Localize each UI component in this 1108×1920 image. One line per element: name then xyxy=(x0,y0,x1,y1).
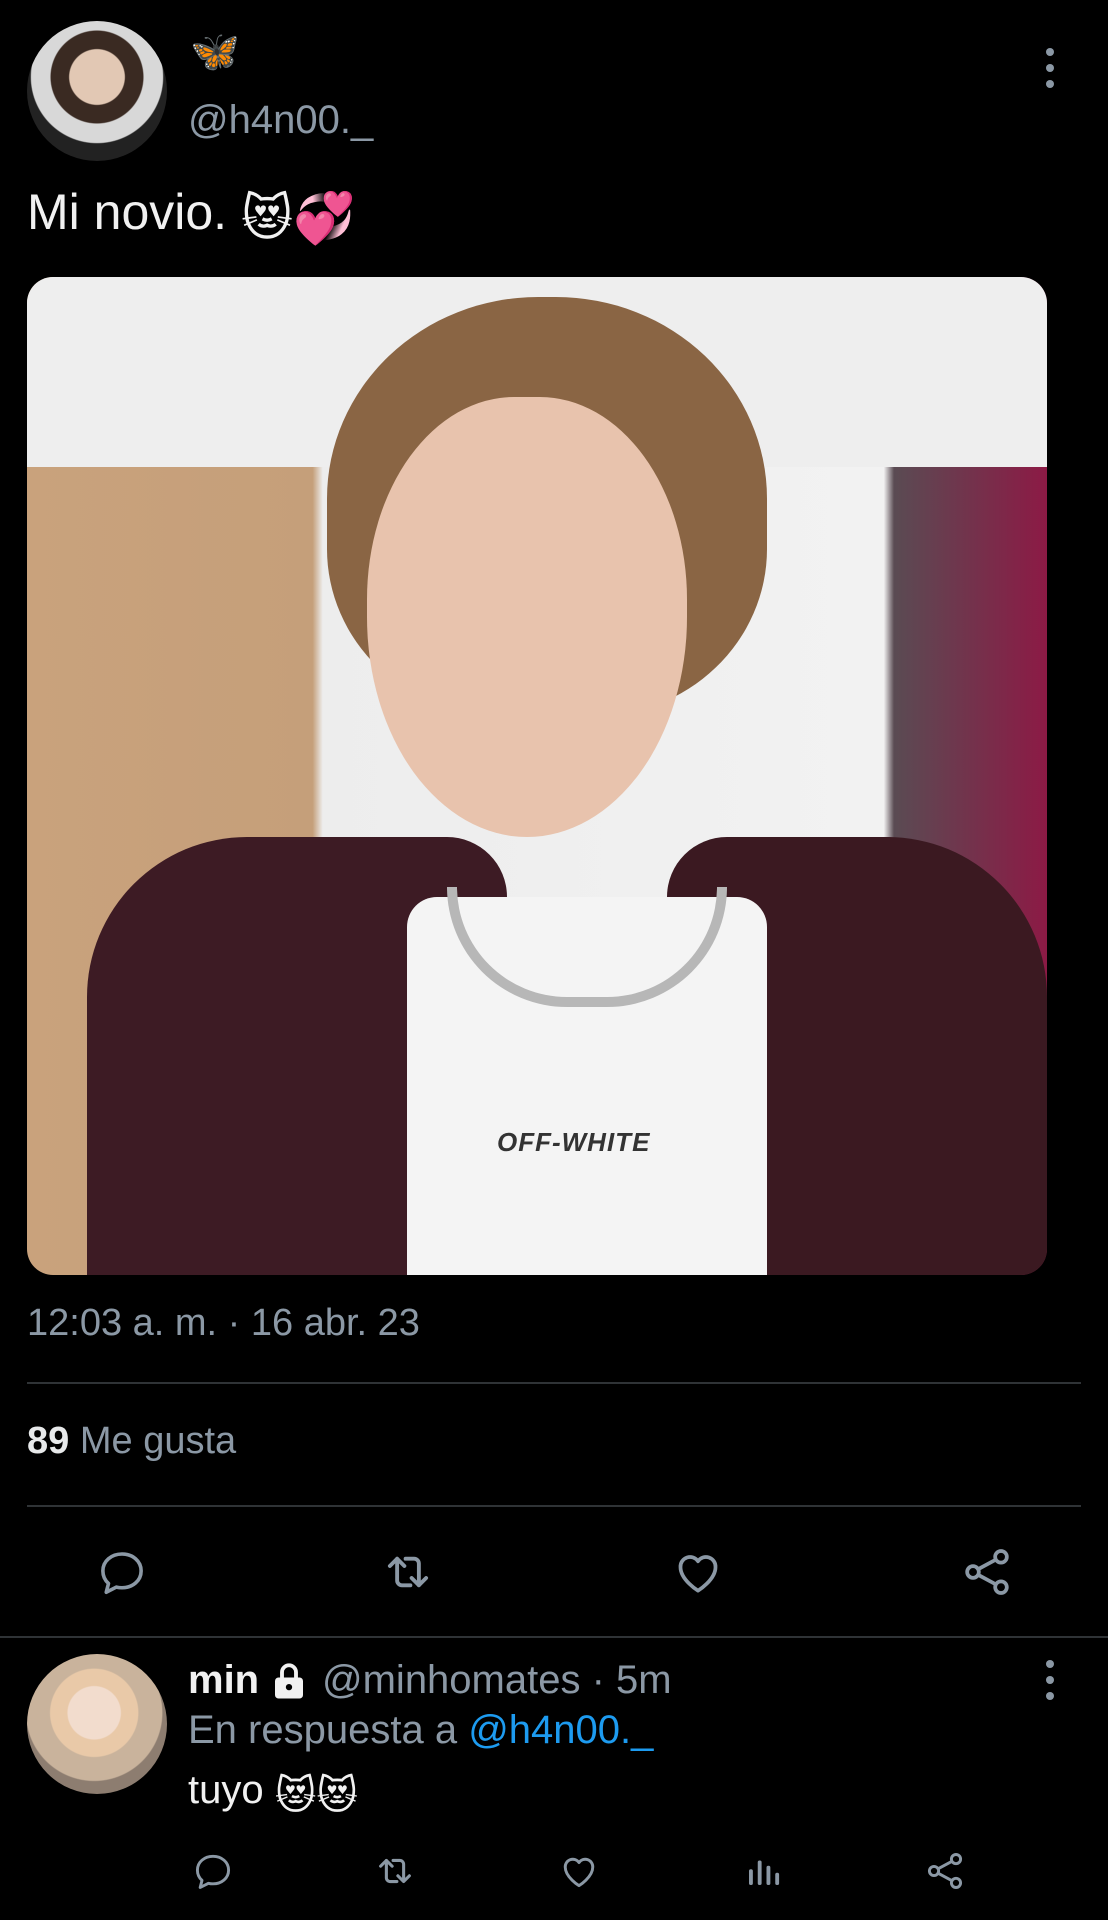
author-handle[interactable]: @h4n00._ xyxy=(188,98,373,143)
tweet-timestamp[interactable]: 12:03 a. m. · 16 abr. 23 xyxy=(27,1302,420,1345)
share-icon[interactable] xyxy=(955,1540,1019,1604)
likes-label: Me gusta xyxy=(79,1420,237,1462)
divider xyxy=(27,1505,1081,1507)
photo-face xyxy=(367,397,687,837)
reply-author-name[interactable]: min xyxy=(188,1658,259,1703)
divider xyxy=(0,1636,1108,1638)
author-avatar[interactable] xyxy=(27,21,167,161)
reply-author-handle[interactable]: @minhomates · 5m xyxy=(322,1658,672,1703)
reply-prefix: En respuesta a xyxy=(188,1708,469,1752)
reply-emojis: 😻😻 xyxy=(274,1774,359,1818)
more-options-icon[interactable] xyxy=(1044,48,1056,88)
tweet-emojis: 😻💞 xyxy=(240,190,356,246)
author-name-emoji[interactable]: 🦋 xyxy=(190,32,240,72)
lock-icon xyxy=(268,1660,310,1707)
likes-row[interactable]: 89 Me gusta xyxy=(27,1420,236,1463)
tweet-body: Mi novio. xyxy=(27,184,228,240)
views-icon[interactable] xyxy=(738,1846,788,1896)
like-icon[interactable] xyxy=(666,1540,730,1604)
reply-body: tuyo xyxy=(188,1768,264,1812)
reply-context: En respuesta a @h4n00._ xyxy=(188,1708,653,1753)
likes-count: 89 xyxy=(27,1420,70,1462)
photo-shirt-logo: OFF-WHITE xyxy=(497,1127,651,1157)
reply-more-options-icon[interactable] xyxy=(1044,1660,1056,1700)
retweet-icon[interactable] xyxy=(376,1540,440,1604)
reply-author-avatar[interactable] xyxy=(27,1654,167,1794)
tweet-photo[interactable]: OFF-WHITE xyxy=(27,277,1047,1275)
tweet-text: Mi novio. 😻💞 xyxy=(27,183,355,248)
retweet-icon[interactable] xyxy=(370,1846,420,1896)
like-icon[interactable] xyxy=(554,1846,604,1896)
reply-mention-link[interactable]: @h4n00._ xyxy=(468,1708,653,1752)
share-icon[interactable] xyxy=(920,1846,970,1896)
divider xyxy=(27,1382,1081,1384)
reply-icon[interactable] xyxy=(188,1846,238,1896)
reply-icon[interactable] xyxy=(90,1540,154,1604)
reply-text: tuyo 😻😻 xyxy=(188,1768,358,1819)
